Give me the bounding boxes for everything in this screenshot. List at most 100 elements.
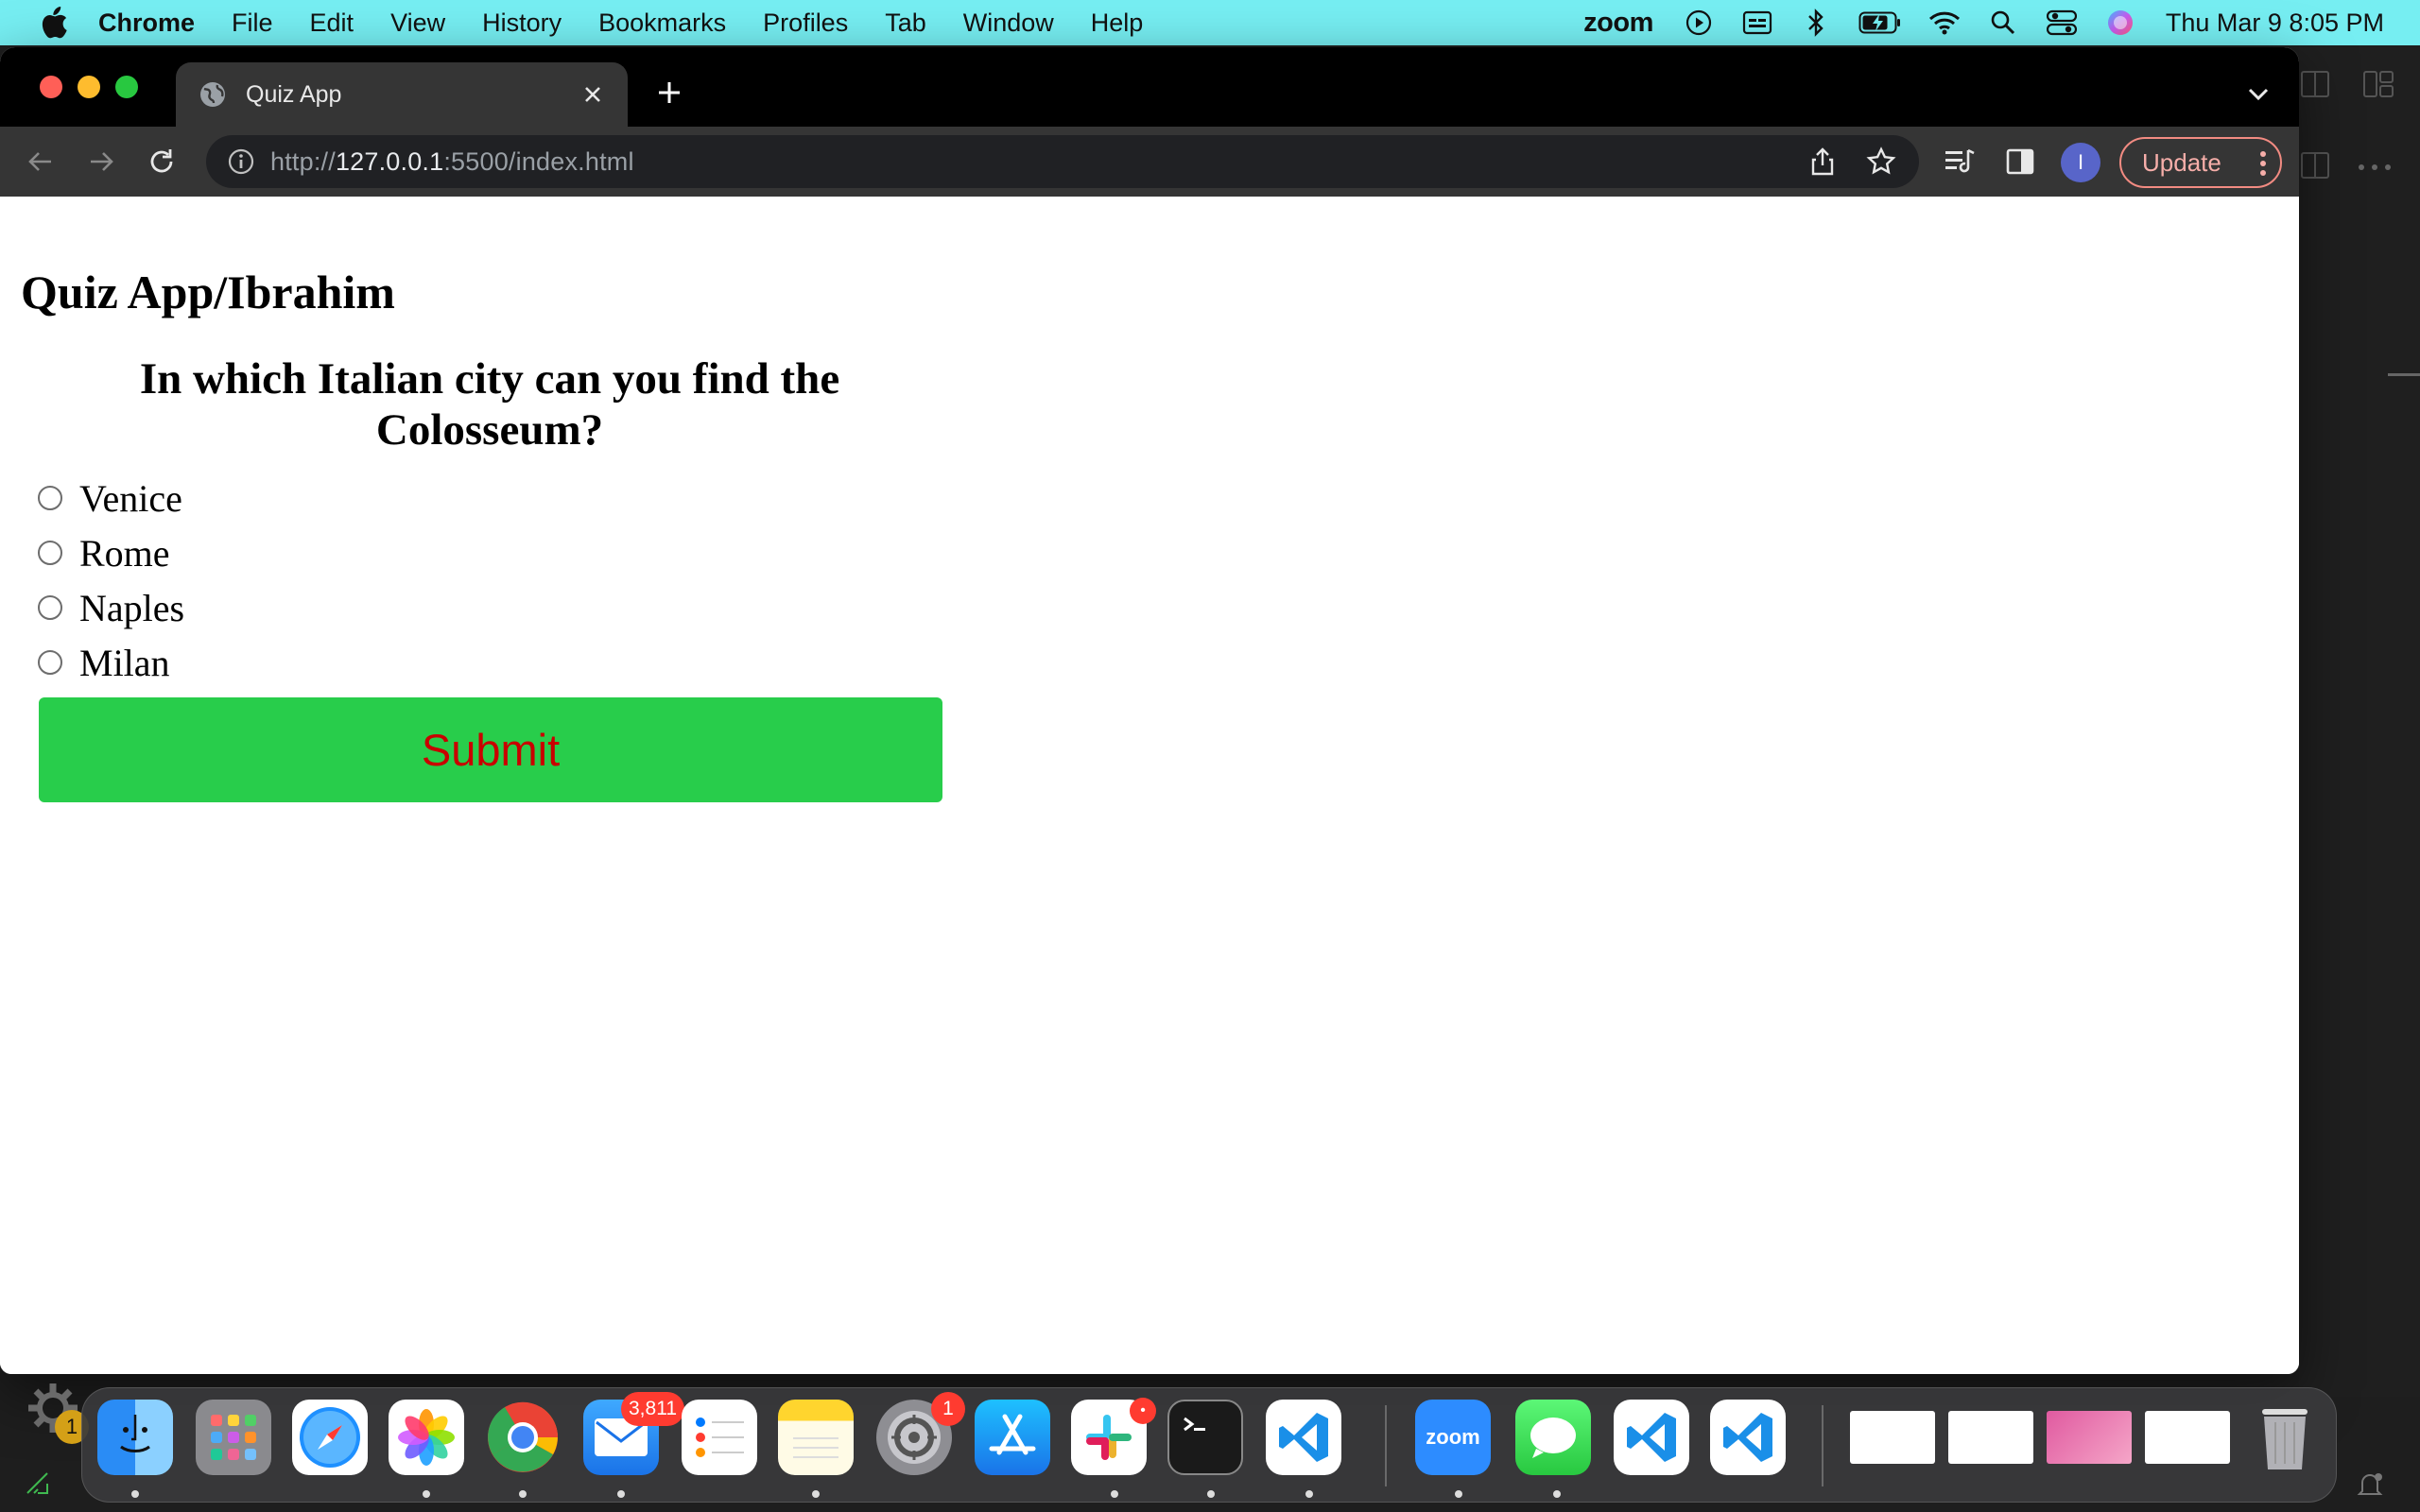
- update-button[interactable]: Update: [2119, 137, 2282, 188]
- zoom-status-item[interactable]: zoom: [1583, 8, 1653, 39]
- chevron-down-icon[interactable]: [2244, 79, 2273, 108]
- notification-bell-icon[interactable]: [2356, 1470, 2384, 1499]
- running-indicator: [1207, 1490, 1215, 1498]
- back-arrow-icon[interactable]: [25, 146, 57, 178]
- running-indicator: [1553, 1490, 1561, 1498]
- submit-button[interactable]: Submit: [39, 697, 942, 802]
- battery-icon[interactable]: [1858, 9, 1903, 37]
- option-milan[interactable]: Milan: [38, 639, 170, 686]
- apple-logo-icon[interactable]: [38, 7, 68, 39]
- wifi-icon[interactable]: [1927, 9, 1962, 37]
- layout-icon[interactable]: [2361, 68, 2395, 100]
- split-editor-icon[interactable]: [2299, 149, 2331, 181]
- update-button-label: Update: [2142, 147, 2221, 177]
- minimized-window-thumbnail[interactable]: [2145, 1411, 2230, 1464]
- close-window-button[interactable]: [40, 76, 62, 98]
- new-tab-icon[interactable]: [652, 76, 686, 110]
- messages-icon[interactable]: [1515, 1400, 1591, 1475]
- question-text: In which Italian city can you find the C…: [139, 354, 840, 455]
- running-indicator: [812, 1490, 820, 1498]
- vscode-icon[interactable]: [1614, 1400, 1689, 1475]
- page-content: Quiz App/Ibrahim In which Italian city c…: [0, 197, 2299, 1374]
- split-editor-icon[interactable]: [2299, 68, 2331, 100]
- radio-button[interactable]: [38, 541, 62, 565]
- notes-icon[interactable]: [778, 1400, 854, 1475]
- safari-icon[interactable]: [292, 1400, 368, 1475]
- bookmark-star-icon[interactable]: [1866, 146, 1896, 177]
- option-label: Milan: [79, 641, 170, 684]
- zoom-icon[interactable]: zoom: [1415, 1400, 1491, 1475]
- radio-button[interactable]: [38, 650, 62, 675]
- chrome-window: Quiz App http://127.0.0.1:5500/index.htm…: [0, 47, 2299, 1374]
- menu-profiles[interactable]: Profiles: [763, 9, 848, 38]
- minimized-window-thumbnail[interactable]: [1948, 1411, 2033, 1464]
- radio-button[interactable]: [38, 595, 62, 620]
- menu-app-chrome[interactable]: Chrome: [98, 9, 195, 38]
- running-indicator: [423, 1490, 430, 1498]
- more-icon[interactable]: [2356, 163, 2394, 172]
- running-indicator: [1305, 1490, 1313, 1498]
- zoom-label: zoom: [1426, 1425, 1480, 1449]
- share-icon[interactable]: [1807, 146, 1838, 177]
- control-center-icon[interactable]: [2045, 9, 2079, 37]
- menu-history[interactable]: History: [482, 9, 562, 38]
- running-indicator: [1111, 1490, 1118, 1498]
- dock-separator: [1385, 1405, 1387, 1486]
- close-tab-icon[interactable]: [579, 80, 607, 109]
- menu-help[interactable]: Help: [1091, 9, 1144, 38]
- mail-badge: 3,811: [621, 1392, 684, 1426]
- option-rome[interactable]: Rome: [38, 529, 170, 576]
- reading-list-icon[interactable]: [1944, 146, 1976, 178]
- tab-strip: Quiz App: [0, 47, 2299, 127]
- search-icon[interactable]: [1986, 9, 2020, 37]
- photos-icon[interactable]: [389, 1400, 464, 1475]
- dock-separator: [1822, 1405, 1824, 1486]
- menu-bookmarks[interactable]: Bookmarks: [598, 9, 726, 38]
- vscode-icon[interactable]: [1710, 1400, 1786, 1475]
- app-store-icon[interactable]: [975, 1400, 1050, 1475]
- menu-window[interactable]: Window: [963, 9, 1054, 38]
- launchpad-icon[interactable]: [196, 1400, 271, 1475]
- trash-icon[interactable]: [2247, 1400, 2323, 1475]
- reload-icon[interactable]: [146, 146, 178, 178]
- radio-button[interactable]: [38, 486, 62, 510]
- bluetooth-icon[interactable]: [1799, 9, 1833, 37]
- finder-icon[interactable]: [97, 1400, 173, 1475]
- terminal-icon[interactable]: [1167, 1400, 1243, 1475]
- profile-avatar[interactable]: I: [2061, 143, 2100, 182]
- option-label: Rome: [79, 531, 170, 575]
- running-indicator: [519, 1490, 527, 1498]
- page-title: Quiz App/Ibrahim: [21, 266, 395, 318]
- menu-edit[interactable]: Edit: [310, 9, 354, 38]
- terminal-prompt-icon[interactable]: [25, 1470, 51, 1497]
- minimized-window-thumbnail[interactable]: [1850, 1411, 1935, 1464]
- menu-bar: Chrome File Edit View History Bookmarks …: [0, 0, 2420, 45]
- kebab-menu-icon[interactable]: [2259, 150, 2267, 177]
- menu-tab[interactable]: Tab: [885, 9, 926, 38]
- menu-file[interactable]: File: [232, 9, 273, 38]
- globe-icon: [200, 82, 225, 107]
- info-icon[interactable]: [227, 147, 255, 176]
- option-label: Venice: [79, 476, 182, 520]
- minimap-slider: [2388, 373, 2420, 376]
- menu-view[interactable]: View: [390, 9, 445, 38]
- fullscreen-window-button[interactable]: [115, 76, 138, 98]
- slack-badge-dot: •: [1130, 1398, 1156, 1424]
- play-circle-icon[interactable]: [1682, 9, 1716, 37]
- minimized-window-thumbnail[interactable]: [2047, 1411, 2132, 1464]
- url-text[interactable]: http://127.0.0.1:5500/index.html: [270, 147, 634, 177]
- clock[interactable]: Thu Mar 9 8:05 PM: [2166, 9, 2384, 38]
- reminders-icon[interactable]: [682, 1400, 757, 1475]
- caption-icon[interactable]: [1740, 9, 1774, 37]
- side-panel-icon[interactable]: [2004, 146, 2036, 178]
- running-indicator: [131, 1490, 139, 1498]
- siri-icon[interactable]: [2103, 9, 2137, 37]
- minimize-window-button[interactable]: [78, 76, 100, 98]
- chrome-icon[interactable]: [485, 1400, 561, 1475]
- option-naples[interactable]: Naples: [38, 584, 184, 631]
- option-venice[interactable]: Venice: [38, 474, 182, 522]
- address-bar[interactable]: http://127.0.0.1:5500/index.html: [206, 135, 1919, 188]
- tab-quiz-app[interactable]: Quiz App: [176, 62, 628, 127]
- forward-arrow-icon[interactable]: [85, 146, 117, 178]
- vscode-icon[interactable]: [1266, 1400, 1341, 1475]
